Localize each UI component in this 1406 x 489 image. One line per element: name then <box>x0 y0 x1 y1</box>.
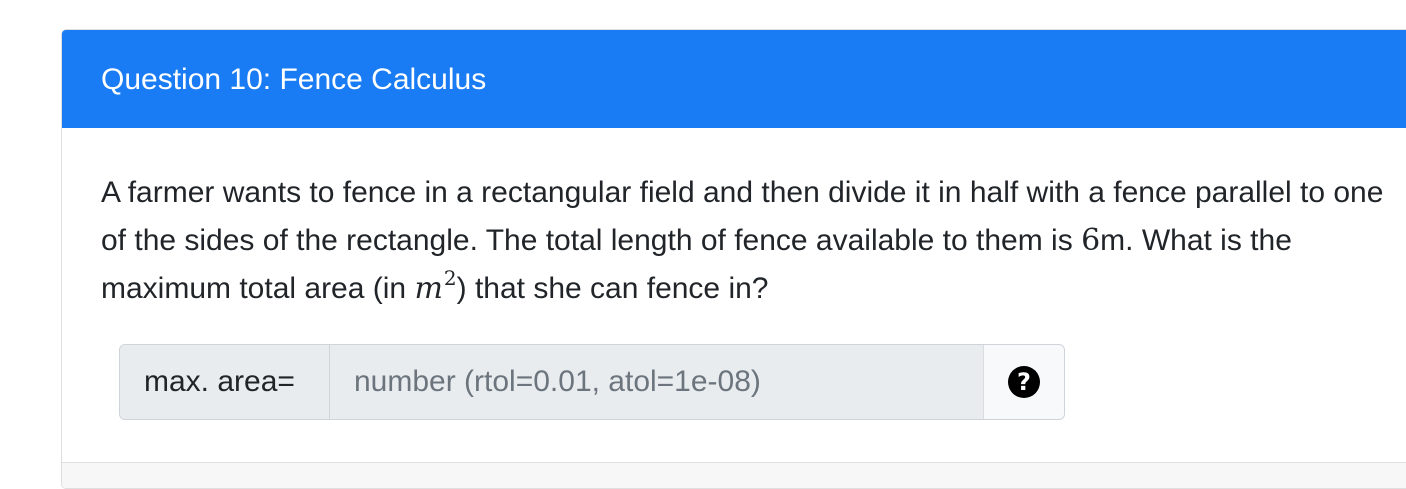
question-title: Question 10: Fence Calculus <box>101 63 487 96</box>
answer-label: max. area= <box>120 345 330 419</box>
question-circle-icon: ? <box>1008 366 1040 398</box>
math-variable: m <box>414 271 443 306</box>
answer-input[interactable] <box>330 345 983 419</box>
question-card: Question 10: Fence Calculus A farmer wan… <box>61 29 1406 489</box>
question-text: A farmer wants to fence in a rectangular… <box>101 169 1391 315</box>
card-footer <box>62 462 1406 488</box>
question-header: Question 10: Fence Calculus <box>62 30 1406 128</box>
question-body: A farmer wants to fence in a rectangular… <box>62 128 1406 420</box>
answer-input-group: max. area= ? <box>119 344 1065 420</box>
help-button[interactable]: ? <box>983 345 1064 419</box>
math-exponent: 2 <box>443 266 457 290</box>
question-text-part3: ) that she can fence in? <box>456 272 769 305</box>
math-number: 6 <box>1081 223 1101 258</box>
